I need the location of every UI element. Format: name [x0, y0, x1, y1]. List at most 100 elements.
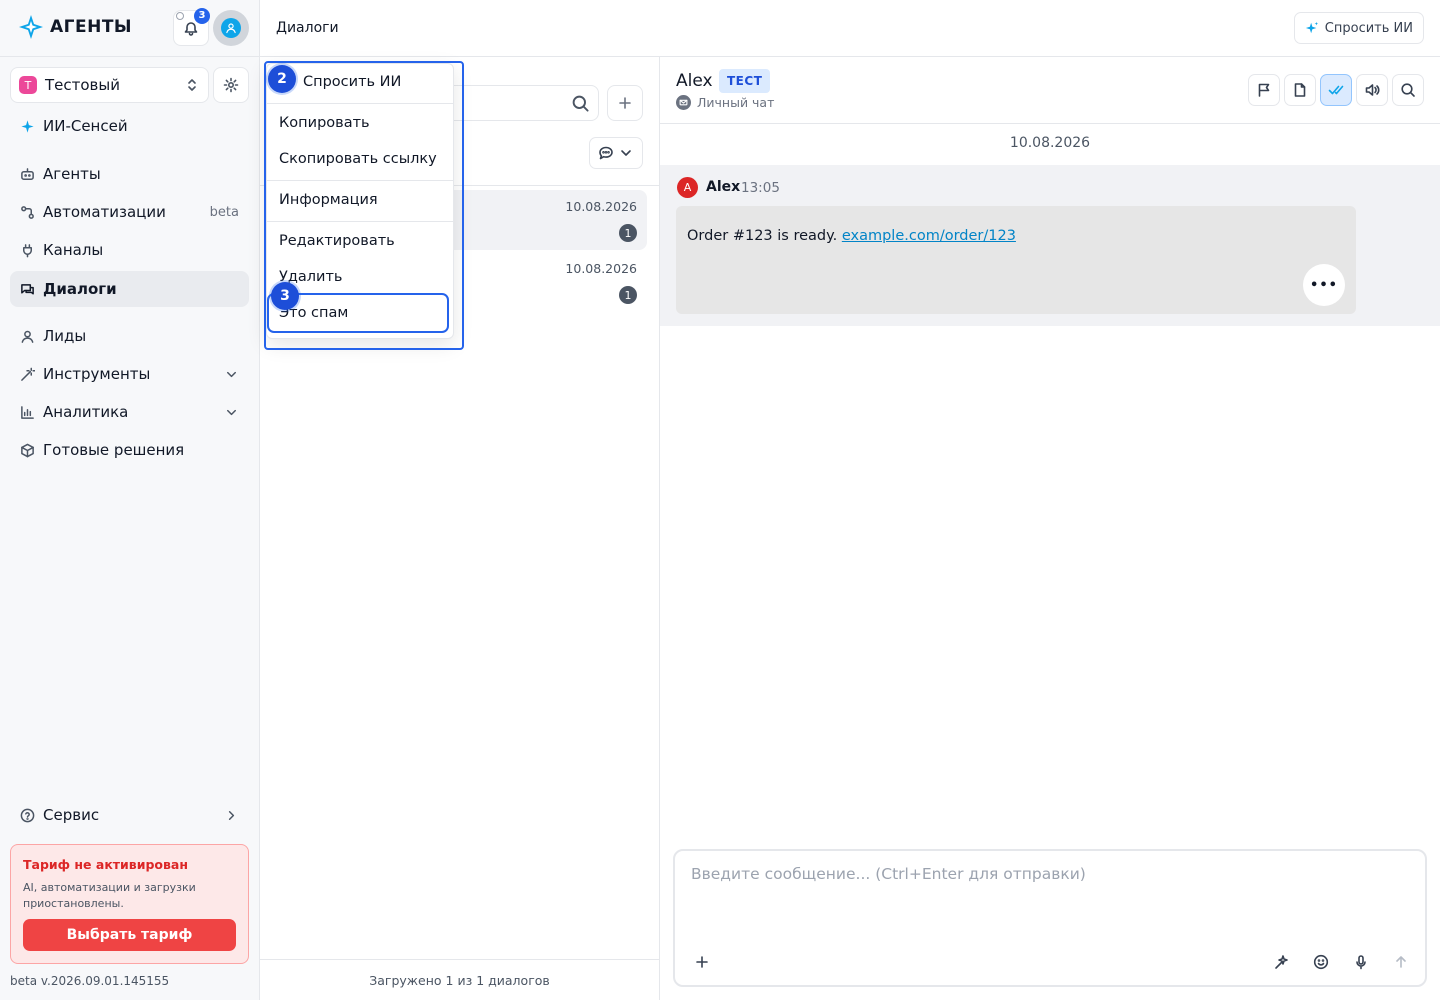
help-circle-icon [20, 808, 35, 822]
chat-search-button[interactable] [1392, 74, 1424, 106]
sound-button[interactable] [1356, 74, 1388, 106]
bar-chart-icon [21, 405, 34, 419]
workspace-avatar: Т [19, 76, 37, 94]
message-time: 13:05 [741, 180, 780, 196]
user-icon [21, 330, 34, 343]
message-bubble: Order #123 is ready. example.com/order/1… [676, 206, 1356, 314]
sidebar-item-label: Агенты [43, 165, 101, 183]
sidebar-item-channels[interactable]: Каналы [10, 232, 249, 268]
chevron-down-icon [621, 150, 631, 156]
voice-button[interactable] [1348, 949, 1374, 975]
dialog-date: 10.08.2026 [565, 199, 637, 214]
sidebar-item-agents[interactable]: Агенты [10, 156, 249, 192]
message-more-button[interactable]: ••• [1303, 264, 1345, 306]
microphone-icon [1356, 955, 1366, 970]
sidebar-item-label: Готовые решения [43, 441, 185, 459]
workspace-settings-button[interactable] [213, 67, 249, 103]
smile-icon [1313, 954, 1329, 970]
chat-contact-name: Alex [676, 71, 713, 91]
user-icon [221, 18, 241, 38]
sidebar-item-label: Сервис [43, 806, 100, 824]
sidebar-item-label: Аналитика [43, 403, 129, 421]
plug-icon [23, 243, 32, 257]
app-logo[interactable]: АГЕНТЫ [18, 14, 132, 40]
unread-count-badge: 1 [619, 286, 637, 304]
logo-icon [19, 15, 43, 39]
plus-icon [696, 956, 708, 968]
wand-icon [21, 367, 35, 381]
arrow-up-icon [1396, 956, 1406, 968]
sidebar-item-label: Автоматизации [43, 203, 166, 221]
mail-icon [676, 95, 691, 110]
sidebar: АГЕНТЫ 3 Т Тестовый ИИ-Сенсей Агенты Авт… [0, 0, 260, 1000]
sidebar-item-tools[interactable]: Инструменты [10, 356, 249, 392]
sidebar-item-ai-sensei[interactable]: ИИ-Сенсей [10, 108, 249, 144]
step-badge: 3 [271, 282, 299, 310]
chat-subtitle: Личный чат [676, 95, 774, 110]
flag-icon [1258, 83, 1270, 97]
tariff-warning: Тариф не активирован AI, автоматизации и… [10, 844, 249, 964]
chevron-down-icon [227, 409, 236, 415]
beta-badge: beta [209, 204, 239, 220]
tariff-title: Тариф не активирован [23, 857, 188, 872]
file-icon [1294, 83, 1306, 97]
sidebar-item-automations[interactable]: Автоматизации beta [10, 194, 249, 230]
package-icon [21, 443, 34, 457]
sparkle-icon [1305, 21, 1318, 34]
message-composer[interactable]: Введите сообщение... (Ctrl+Enter для отп… [673, 849, 1427, 987]
chevron-down-icon [227, 371, 236, 377]
chat-icon [21, 283, 34, 294]
message-author: Alex [706, 179, 741, 195]
workspace-select[interactable]: Т Тестовый [10, 67, 209, 103]
ask-ai-button[interactable]: Спросить ИИ [1293, 12, 1424, 44]
logo-text: АГЕНТЫ [50, 17, 133, 37]
plus-icon [619, 97, 631, 109]
unread-count-badge: 1 [619, 224, 637, 242]
user-avatar-button[interactable] [213, 10, 249, 46]
chevron-right-icon [228, 810, 235, 820]
sidebar-item-label: Лиды [43, 327, 87, 345]
workflow-icon [21, 205, 34, 219]
emoji-button[interactable] [1308, 949, 1334, 975]
speaker-icon [1365, 84, 1380, 96]
notes-button[interactable] [1284, 74, 1316, 106]
sidebar-item-ready-solutions[interactable]: Готовые решения [10, 432, 249, 468]
choose-tariff-button[interactable]: Выбрать тариф [23, 919, 236, 951]
bot-icon [21, 167, 34, 180]
date-separator: 10.08.2026 [1009, 135, 1091, 151]
chat-type-label: Личный чат [697, 95, 775, 110]
message-avatar: A [677, 177, 698, 198]
sparkle-icon [21, 119, 34, 133]
search-icon [572, 95, 589, 112]
attach-button[interactable] [689, 949, 715, 975]
sidebar-item-leads[interactable]: Лиды [10, 318, 249, 354]
sidebar-item-analytics[interactable]: Аналитика [10, 394, 249, 430]
send-button[interactable] [1388, 949, 1414, 975]
ai-assist-button[interactable] [1268, 949, 1294, 975]
dialog-list-footer: Загружено 1 из 1 диалогов [260, 959, 659, 1000]
step-badge: 2 [268, 65, 296, 93]
sidebar-divider [0, 56, 259, 57]
flag-button[interactable] [1248, 74, 1280, 106]
loading-ring-icon [176, 12, 184, 20]
chat-panel: Alex ТЕСТ Личный чат 10.08.2026 A Alex 1… [660, 57, 1440, 1000]
message-link[interactable]: example.com/order/123 [842, 228, 1016, 244]
sidebar-item-label: Каналы [43, 241, 104, 259]
dialog-filter-select[interactable] [589, 137, 643, 169]
sidebar-item-dialogs[interactable]: Диалоги [10, 271, 249, 307]
breadcrumb: Диалоги [276, 20, 339, 36]
ask-ai-label: Спросить ИИ [1324, 20, 1413, 36]
composer-placeholder: Введите сообщение... (Ctrl+Enter для отп… [691, 865, 1086, 883]
chevron-up-down-icon [188, 79, 196, 91]
top-bar: Диалоги Спросить ИИ [260, 0, 1440, 57]
workspace-name: Тестовый [45, 76, 120, 94]
sidebar-item-service[interactable]: Сервис [10, 797, 249, 833]
sidebar-item-label: ИИ-Сенсей [43, 117, 128, 135]
chat-header: Alex ТЕСТ Личный чат [660, 57, 1440, 124]
add-dialog-button[interactable] [607, 85, 643, 121]
gear-icon [223, 77, 239, 93]
message-body: Order #123 is ready. [687, 228, 838, 244]
notifications-button[interactable]: 3 [173, 8, 210, 46]
mark-read-button[interactable] [1320, 74, 1352, 106]
double-check-icon [1328, 85, 1344, 95]
